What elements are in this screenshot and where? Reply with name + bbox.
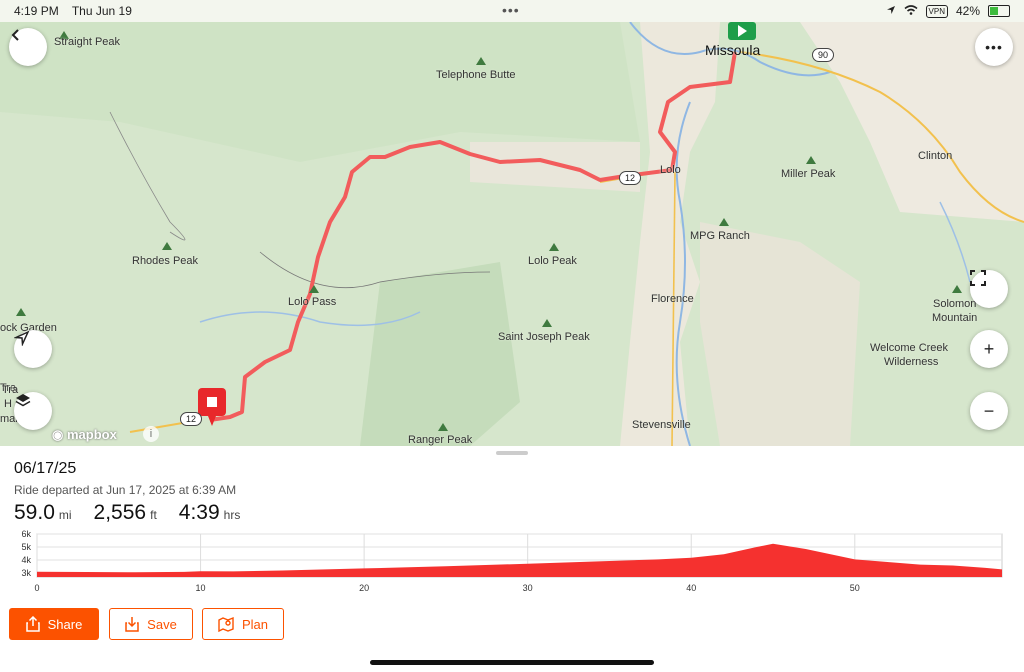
peak-icon (16, 308, 26, 316)
peak-icon (162, 242, 172, 250)
chart-y-tick-label: 6k (21, 529, 31, 539)
chart-x-tick-label: 10 (196, 583, 206, 593)
peak-icon (549, 243, 559, 251)
peak-icon (542, 319, 552, 327)
plan-label: Plan (241, 616, 269, 632)
place-welcome-creek-1: Welcome Creek (870, 342, 949, 354)
peak-icon (806, 156, 816, 164)
mapbox-logo-icon: ◉ (52, 427, 64, 442)
chart-x-tick-label: 50 (850, 583, 860, 593)
place-stevensville: Stevensville (632, 419, 691, 431)
ellipsis-icon: ••• (985, 39, 1003, 55)
share-icon (25, 616, 40, 632)
place-ranger-peak: Ranger Peak (408, 434, 473, 446)
locate-button[interactable] (14, 330, 52, 368)
place-solomon-1: Solomon (933, 298, 977, 310)
zoom-in-button[interactable]: + (970, 330, 1008, 368)
peak-icon (309, 285, 319, 293)
elevation-stat: 2,556 ft (94, 501, 157, 525)
peak-icon (952, 285, 962, 293)
place-florence: Florence (651, 293, 694, 305)
more-button[interactable]: ••• (975, 28, 1013, 66)
back-button[interactable] (9, 28, 47, 66)
peak-icon (476, 57, 486, 65)
save-button[interactable]: Save (109, 608, 193, 640)
elevation-value: 2,556 (93, 501, 147, 524)
minus-icon: − (983, 400, 995, 421)
navigation-arrow-icon (14, 330, 30, 346)
chart-x-tick-label: 40 (686, 583, 696, 593)
place-mpg-ranch: MPG Ranch (690, 230, 750, 242)
place-rhodes-peak: Rhodes Peak (132, 255, 199, 267)
battery-percent: 42% (955, 4, 980, 18)
layers-button[interactable] (14, 392, 52, 430)
start-marker (728, 22, 756, 40)
chart-y-tick-label: 4k (21, 555, 31, 565)
time-value: 4:39 (178, 501, 220, 524)
save-label: Save (147, 616, 177, 632)
map-canvas (0, 22, 1024, 446)
place-lolo: Lolo (660, 164, 681, 176)
status-time: 4:19 PM (14, 4, 59, 18)
place-telephone-butte: Telephone Butte (436, 69, 516, 81)
place-solomon-2: Mountain (932, 312, 978, 324)
place-h-label: H (4, 398, 12, 410)
chart-x-tick-label: 0 (34, 583, 39, 593)
zoom-out-button[interactable]: − (970, 392, 1008, 430)
layers-icon (15, 394, 31, 407)
us12-shield: 12 (619, 171, 642, 185)
mapbox-attribution[interactable]: ◉ mapbox (52, 427, 117, 443)
share-label: Share (47, 616, 83, 632)
distance-unit: mi (58, 508, 72, 522)
place-missoula: Missoula (705, 42, 761, 58)
status-bar: 4:19 PM Thu Jun 19 ••• VPN 42% (0, 0, 1024, 22)
peak-icon (438, 423, 448, 431)
map-pin-icon (218, 616, 234, 632)
chart-x-tick-label: 20 (359, 583, 369, 593)
us12-shield: 12 (180, 412, 203, 426)
place-miller-peak: Miller Peak (781, 168, 836, 180)
place-straight-peak: Straight Peak (54, 36, 121, 48)
fullscreen-icon (970, 270, 986, 286)
end-marker (198, 388, 226, 426)
peak-icon (719, 218, 729, 226)
route-map[interactable]: Straight Peak Telephone Butte Missoula 9… (0, 22, 1024, 446)
status-date: Thu Jun 19 (71, 4, 132, 18)
elevation-unit: ft (150, 508, 157, 522)
chart-y-tick-label: 5k (21, 542, 31, 552)
activity-stats: 59.0 mi 2,556 ft 4:39 hrs (14, 501, 240, 525)
chart-y-tick-label: 3k (21, 568, 31, 578)
time-stat: 4:39 hrs (179, 501, 241, 525)
elevation-chart[interactable]: 6k 5k 4k 3k0 10 20 30 40 50 (0, 526, 1024, 598)
info-icon[interactable]: i (143, 426, 159, 442)
chevron-left-icon (11, 29, 19, 41)
sheet-handle[interactable] (496, 451, 528, 455)
activity-subtitle: Ride departed at Jun 17, 2025 at 6:39 AM (14, 483, 237, 497)
time-unit: hrs (223, 508, 241, 522)
plus-icon: + (983, 338, 995, 359)
place-clinton: Clinton (918, 150, 953, 162)
multitasking-dots-icon[interactable]: ••• (502, 2, 520, 18)
location-arrow-icon (886, 4, 896, 18)
download-icon (125, 617, 139, 632)
fullscreen-button[interactable] (970, 270, 1008, 308)
distance-stat: 59.0 mi (14, 501, 72, 525)
place-welcome-creek-2: Wilderness (884, 356, 939, 368)
home-indicator[interactable] (370, 660, 654, 665)
wifi-icon (904, 4, 918, 18)
place-lolo-pass: Lolo Pass (288, 296, 337, 308)
chart-x-tick-label: 30 (523, 583, 533, 593)
i90-shield: 90 (812, 48, 835, 62)
plan-button[interactable]: Plan (202, 608, 284, 640)
activity-title: 06/17/25 (14, 460, 77, 477)
place-saint-joseph-peak: Saint Joseph Peak (498, 331, 590, 343)
vpn-badge: VPN (925, 4, 948, 18)
share-button[interactable]: Share (9, 608, 99, 640)
mapbox-text: mapbox (66, 427, 117, 442)
distance-value: 59.0 (14, 501, 55, 524)
battery-icon (988, 5, 1010, 17)
place-lolo-peak: Lolo Peak (528, 255, 577, 267)
